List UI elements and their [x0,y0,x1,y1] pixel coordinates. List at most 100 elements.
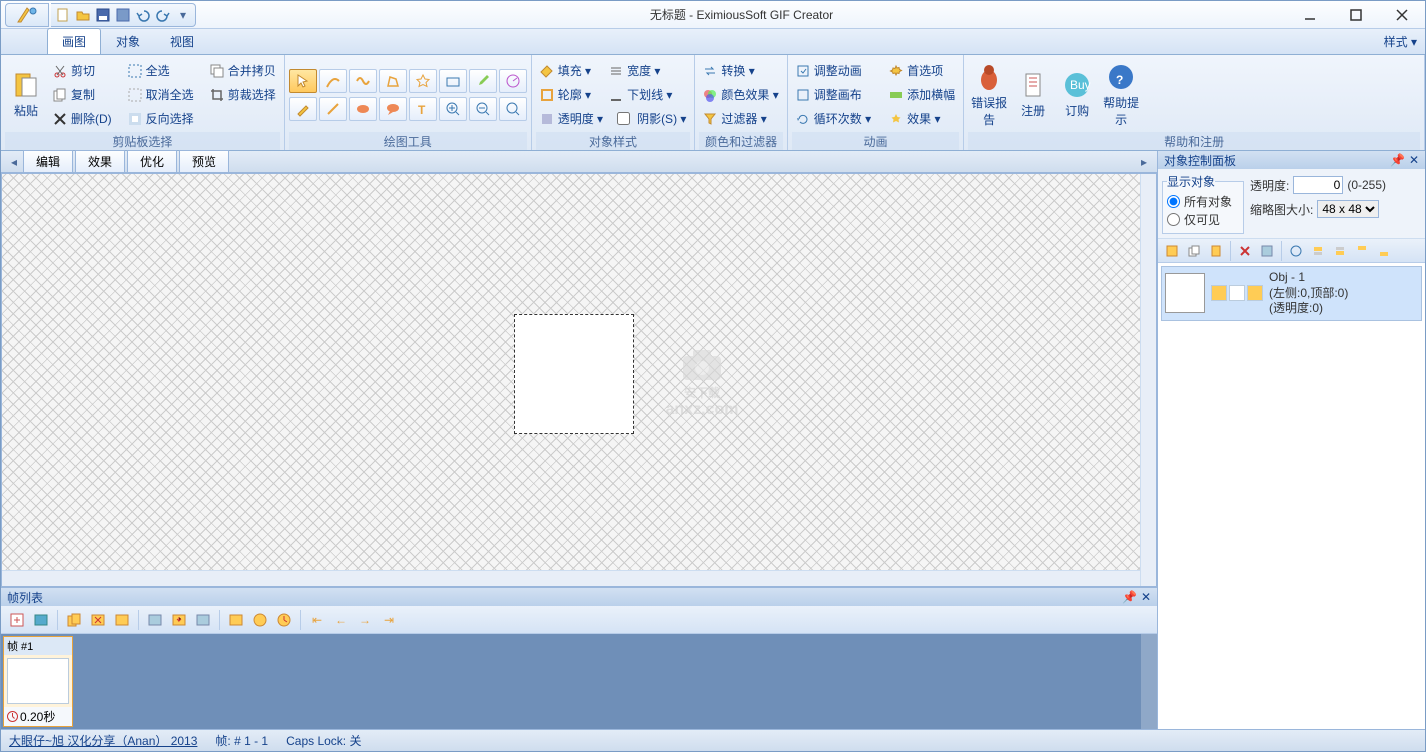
ft-prev[interactable]: ← [331,610,351,630]
tool-freehand[interactable] [349,69,377,93]
object-item[interactable]: Obj - 1 (左侧:0,顶部:0) (透明度:0) [1161,266,1422,321]
tool-zoom-out[interactable] [469,97,497,121]
ft-settings2[interactable] [250,610,270,630]
qat-dropdown-icon[interactable]: ▾ [175,7,191,23]
loopcount-button[interactable]: 循环次数 ▾ [792,108,875,130]
tool-pencil[interactable] [289,97,317,121]
save-icon[interactable] [95,7,111,23]
thumbsize-select[interactable]: 48 x 48 [1317,200,1379,218]
ft-next[interactable]: → [355,610,375,630]
ot-down[interactable] [1330,241,1350,261]
saveas-icon[interactable] [115,7,131,23]
filters-button[interactable]: 过滤器 ▾ [699,108,782,130]
scrollbar-h[interactable] [2,570,1140,586]
paste-button[interactable]: 粘贴 [5,59,47,131]
frame-item[interactable]: 帧 #1 0.20秒 [3,636,73,727]
outline-button[interactable]: 轮廓 ▾ [536,84,595,106]
ot-merge[interactable] [1257,241,1277,261]
ft-first[interactable]: ⇤ [307,610,327,630]
shadow-button[interactable]: 阴影(S) ▾ [633,108,690,130]
underline-button[interactable]: 下划线 ▾ [605,84,676,106]
canvas-object[interactable] [514,314,634,434]
ot-bottom[interactable] [1374,241,1394,261]
tool-curve[interactable] [319,69,347,93]
fill-button[interactable]: 填充 ▾ [536,60,595,82]
ot-del[interactable] [1235,241,1255,261]
undo-icon[interactable] [135,7,151,23]
tool-zoom-in[interactable] [439,97,467,121]
ft-del[interactable] [88,610,108,630]
addbanner-button[interactable]: 添加横幅 [885,84,959,106]
ft-prop[interactable] [112,610,132,630]
subtab-prev[interactable]: ◂ [7,155,21,169]
tab-object[interactable]: 对象 [101,28,155,54]
help-button[interactable]: ?帮助提示 [1100,59,1142,131]
ft-addimg[interactable] [31,610,51,630]
tab-view[interactable]: 视图 [155,28,209,54]
tool-line[interactable] [319,97,347,121]
ft-refresh[interactable] [193,610,213,630]
ft-settings1[interactable] [226,610,246,630]
ot-refresh[interactable] [1286,241,1306,261]
app-logo[interactable] [5,3,49,27]
invert-selection-button[interactable]: 反向选择 [124,108,198,130]
delete-button[interactable]: 删除(D) [49,108,116,130]
merge-copy-button[interactable]: 合并拷贝 [206,60,280,82]
tab-draw[interactable]: 画图 [47,28,101,54]
ot-up[interactable] [1308,241,1328,261]
subtab-next[interactable]: ▸ [1137,155,1151,169]
tool-pointer[interactable] [289,69,317,93]
subtab-optimize[interactable]: 优化 [127,150,177,173]
tool-measure[interactable] [499,69,527,93]
preferences-button[interactable]: 首选项 [885,60,959,82]
canvas[interactable]: 安下载 anxz.com [1,173,1157,587]
tool-ellipse[interactable] [349,97,377,121]
maximize-button[interactable] [1333,1,1379,29]
select-all-button[interactable]: 全选 [124,60,198,82]
tool-star[interactable] [409,69,437,93]
width-button[interactable]: 宽度 ▾ [605,60,664,82]
minimize-button[interactable] [1287,1,1333,29]
tool-callout[interactable] [379,97,407,121]
ot-top[interactable] [1352,241,1372,261]
order-button[interactable]: Buy订购 [1056,59,1098,131]
coloreffect-button[interactable]: 颜色效果 ▾ [699,84,782,106]
tool-shapes[interactable] [439,69,467,93]
ot-new[interactable] [1162,241,1182,261]
cut-button[interactable]: 剪切 [49,60,116,82]
radio-all[interactable] [1167,195,1180,208]
opacity-button[interactable]: 透明度 ▾ [536,108,607,130]
lock-icon[interactable] [1229,285,1245,301]
bugreport-button[interactable]: 错误报告 [968,59,1010,131]
adjust-canvas-button[interactable]: 调整画布 [792,84,875,106]
style-dropdown[interactable]: 样式 ▾ [1384,33,1417,50]
effects-button[interactable]: 效果 ▾ [885,108,959,130]
framestrip-scroll[interactable] [1141,634,1157,729]
shadow-checkbox[interactable] [617,112,630,125]
crop-selection-button[interactable]: 剪裁选择 [206,84,280,106]
new-icon[interactable] [55,7,71,23]
subtab-effect[interactable]: 效果 [75,150,125,173]
subtab-edit[interactable]: 编辑 [23,150,73,173]
copy-button[interactable]: 复制 [49,84,116,106]
subtab-preview[interactable]: 预览 [179,150,229,173]
deselect-button[interactable]: 取消全选 [124,84,198,106]
ft-dup[interactable] [64,610,84,630]
ft-add[interactable] [7,610,27,630]
tool-pan[interactable] [499,97,527,121]
ot-paste[interactable] [1206,241,1226,261]
adjust-anim-button[interactable]: 调整动画 [792,60,875,82]
scrollbar-v[interactable] [1140,174,1156,586]
pin-icon[interactable]: 📌 [1390,153,1405,167]
convert-button[interactable]: 转换 ▾ [699,60,782,82]
ft-import[interactable] [145,610,165,630]
register-button[interactable]: 注册 [1012,59,1054,131]
visibility-icon[interactable] [1211,285,1227,301]
ot-copy[interactable] [1184,241,1204,261]
ft-export[interactable] [169,610,189,630]
open-icon[interactable] [75,7,91,23]
radio-visible[interactable] [1167,213,1180,226]
tool-text[interactable]: T [409,97,437,121]
ft-last[interactable]: ⇥ [379,610,399,630]
pin-icon[interactable]: 📌 [1122,590,1137,604]
